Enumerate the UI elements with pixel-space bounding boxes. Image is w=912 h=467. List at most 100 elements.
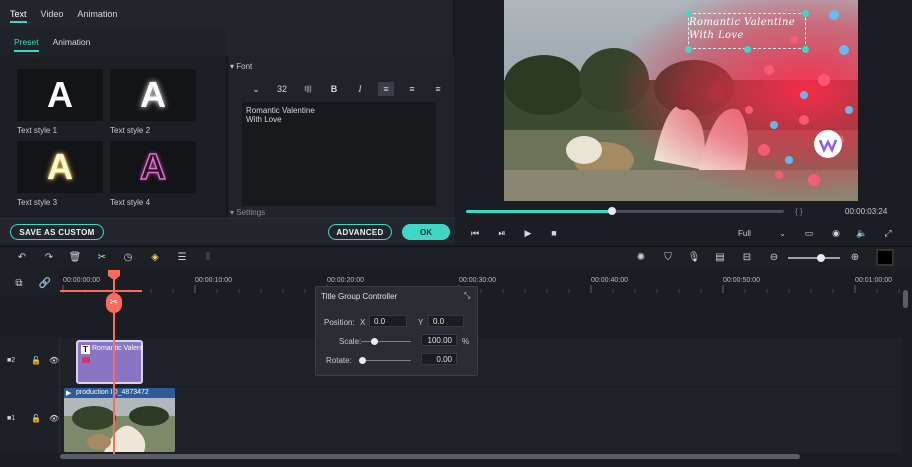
video-clip-play-icon: ▶: [66, 390, 72, 397]
rotate-label: Rotate:: [326, 356, 352, 365]
volume-icon[interactable]: 🔈: [855, 226, 869, 240]
font-heading-label: Font: [236, 62, 253, 71]
selection-handle[interactable]: [802, 10, 809, 17]
adjust-icon[interactable]: ☰: [175, 250, 189, 264]
cut-icon[interactable]: ✂: [95, 250, 109, 264]
bold-icon[interactable]: B: [326, 82, 342, 96]
fullscreen-icon[interactable]: ⤢: [881, 226, 895, 240]
subtab-preset[interactable]: Preset: [14, 28, 39, 56]
link-icon[interactable]: 🔗: [38, 276, 52, 290]
scissors-icon[interactable]: ✂: [106, 293, 122, 313]
layout-toggle-icon[interactable]: [876, 249, 894, 266]
font-size-value[interactable]: 32: [274, 82, 290, 96]
scale-unit: %: [462, 337, 470, 346]
track-2-lane[interactable]: [60, 338, 902, 386]
text-style-3-card[interactable]: A: [17, 141, 103, 193]
font-dropdown-chevron-icon[interactable]: ⌄: [248, 82, 264, 96]
ok-button[interactable]: OK: [402, 224, 450, 240]
font-toolbar: ⌄ 32 I||| B I ≡ ≡ ≡ ≡: [248, 82, 472, 96]
rotate-slider-knob[interactable]: [359, 357, 366, 364]
delete-icon[interactable]: 🗑: [68, 250, 82, 264]
vertical-scrollbar[interactable]: [903, 290, 908, 308]
render-icon[interactable]: ✺: [634, 250, 648, 264]
stop-icon[interactable]: ■: [547, 226, 561, 240]
align-right-icon[interactable]: ≡: [430, 82, 446, 96]
undo-icon[interactable]: ↶: [15, 250, 29, 264]
text-style-4-label: Text style 4: [110, 198, 151, 207]
position-x-input[interactable]: 0.0: [369, 315, 407, 327]
selection-handle[interactable]: [744, 46, 751, 53]
text-content-input[interactable]: Romantic Valentine With Love: [242, 102, 436, 206]
snapshot-icon[interactable]: ◉: [829, 226, 843, 240]
position-y-input[interactable]: 0.0: [428, 315, 464, 327]
ruler-label: 00:00:50:00: [723, 277, 760, 284]
tab-animation[interactable]: Animation: [77, 0, 117, 28]
zoom-in-icon[interactable]: ⊕: [848, 250, 862, 264]
render-preview-icon[interactable]: ▭: [802, 226, 816, 240]
subtitle-icon[interactable]: ⊟: [740, 250, 754, 264]
align-center-icon[interactable]: ≡: [404, 82, 420, 96]
settings-heading-label: Settings: [236, 208, 266, 217]
save-as-custom-button[interactable]: SAVE AS CUSTOM: [10, 224, 104, 240]
voiceover-icon[interactable]: ▤: [713, 250, 727, 264]
ruler-label: 00:00:00:00: [63, 277, 100, 284]
eye-icon[interactable]: 👁: [49, 414, 59, 423]
text-clip-icon: T: [81, 345, 90, 354]
lock-icon[interactable]: 🔓: [31, 356, 41, 365]
text-style-1-card[interactable]: A: [17, 69, 103, 121]
font-heading[interactable]: ▾ Font: [230, 62, 252, 71]
advanced-button[interactable]: ADVANCED: [328, 224, 392, 240]
x-label: X: [360, 318, 366, 327]
zoom-select[interactable]: Full ⌄: [734, 226, 790, 240]
previous-frame-icon[interactable]: ⏮: [468, 226, 482, 240]
speed-icon[interactable]: ◷: [121, 250, 135, 264]
title-clip[interactable]: T Romantic Valent: [76, 340, 143, 384]
keyframe-icon[interactable]: ◈: [148, 250, 162, 264]
scale-slider[interactable]: [361, 341, 411, 342]
zoom-slider-knob[interactable]: [817, 254, 825, 262]
selection-handle[interactable]: [802, 46, 809, 53]
redo-icon[interactable]: ↷: [42, 250, 56, 264]
video-clip-thumbnail: [64, 398, 175, 452]
subtab-animation[interactable]: Animation: [53, 28, 91, 56]
track-1-lane[interactable]: [60, 387, 902, 453]
ruler-label: 00:00:20:00: [327, 277, 364, 284]
rotate-input[interactable]: 0.00: [421, 353, 457, 365]
add-track-icon[interactable]: ⧉: [12, 276, 26, 290]
preset-grid: A Text style 1 A Text style 2 A Text sty…: [0, 56, 226, 218]
play-back-icon[interactable]: ⏯: [495, 226, 509, 240]
video-clip[interactable]: ▶ production ID_4873472: [64, 388, 175, 452]
ruler-label: 00:01:00:00: [855, 277, 892, 284]
controller-title: Title Group Controller: [321, 292, 398, 301]
selection-handle[interactable]: [685, 10, 692, 17]
selection-handle[interactable]: [685, 46, 692, 53]
eye-icon[interactable]: 👁: [49, 356, 59, 365]
horizontal-scrollbar[interactable]: [60, 454, 800, 459]
letter-spacing-icon[interactable]: I|||: [300, 82, 316, 96]
play-icon[interactable]: ▶: [521, 226, 535, 240]
playback-scrubber[interactable]: [466, 207, 784, 215]
marker-icon[interactable]: ⛉: [661, 250, 675, 264]
tab-video[interactable]: Video: [41, 0, 64, 28]
microphone-icon[interactable]: 🎙: [687, 250, 701, 264]
mark-brackets[interactable]: { }: [795, 207, 803, 216]
track-1-number: ■1: [7, 415, 16, 422]
text-style-4-card[interactable]: A: [110, 141, 196, 193]
zoom-slider[interactable]: [788, 257, 840, 259]
track-1-header: ■1 🔓 👁: [0, 387, 60, 453]
rotate-slider[interactable]: [361, 360, 411, 361]
settings-heading[interactable]: ▾ Settings: [230, 208, 265, 217]
text-style-3-label: Text style 3: [17, 198, 58, 207]
title-clip-label: Romantic Valent: [92, 345, 143, 352]
text-style-2-card[interactable]: A: [110, 69, 196, 121]
audio-split-icon[interactable]: ⫴: [201, 250, 215, 264]
italic-icon[interactable]: I: [352, 82, 368, 96]
align-left-icon[interactable]: ≡: [378, 82, 394, 96]
scale-slider-knob[interactable]: [371, 338, 378, 345]
text-style-2-label: Text style 2: [110, 126, 151, 135]
lock-icon[interactable]: 🔓: [31, 414, 41, 423]
collapse-icon[interactable]: ⤡: [464, 291, 470, 301]
tab-text[interactable]: Text: [10, 0, 27, 28]
scale-input[interactable]: 100.00: [421, 334, 457, 346]
zoom-out-icon[interactable]: ⊖: [767, 250, 781, 264]
